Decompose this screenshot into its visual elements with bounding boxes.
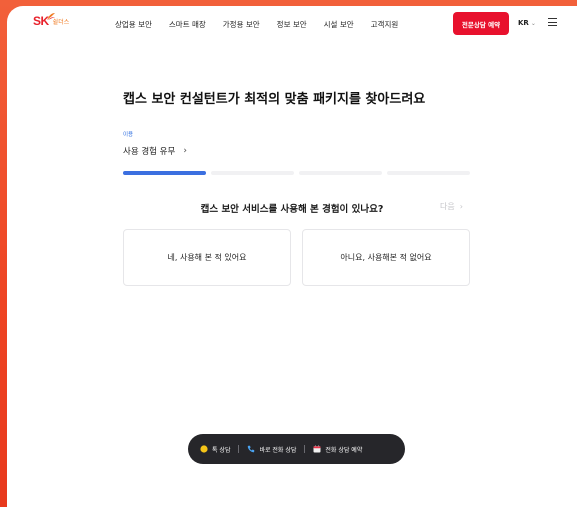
- divider: [304, 445, 306, 453]
- step-label-text: 사용 경험 유무: [123, 147, 176, 157]
- chevron-right-icon: ›: [459, 202, 463, 211]
- calendar-icon: [313, 445, 321, 453]
- progress-segment: [299, 171, 382, 175]
- nav-item-facility-security[interactable]: 시설 보안: [324, 19, 354, 30]
- step-tag: 이용: [123, 132, 134, 138]
- language-label: KR: [518, 19, 529, 27]
- progress-segment: [123, 171, 206, 175]
- next-button[interactable]: 다음 ›: [440, 201, 463, 212]
- call-reservation-label: 전화 상담 예약: [325, 446, 363, 454]
- chevron-down-icon: ⌄: [530, 19, 536, 27]
- brand-logo[interactable]: SK 쉴더스: [33, 13, 69, 27]
- header: SK 쉴더스 상업용 보안 스마트 매장 가정용 보안 정보 보안 시설 보안 …: [7, 6, 577, 42]
- next-label: 다음: [440, 202, 455, 211]
- option-yes-button[interactable]: 네, 사용해 본 적 있어요: [123, 229, 291, 286]
- nav-item-customer-support[interactable]: 고객지원: [371, 19, 399, 30]
- option-no-button[interactable]: 아니요, 사용해본 적 없어요: [302, 229, 470, 286]
- main-nav: 상업용 보안 스마트 매장 가정용 보안 정보 보안 시설 보안 고객지원: [115, 6, 415, 42]
- floating-contact-bar: 톡 상담 바로 전화 상담 전화 상담 예약: [188, 434, 405, 464]
- progress-bar: [123, 171, 475, 175]
- step-label: 사용 경험 유무 ›: [123, 145, 187, 157]
- hamburger-menu-icon[interactable]: [548, 18, 557, 26]
- consultation-reservation-button[interactable]: 전문상담 예약: [453, 12, 509, 35]
- question-text: 캡스 보안 서비스를 사용해 본 경험이 있나요?: [200, 204, 384, 215]
- logo-wing-icon: [47, 13, 55, 20]
- page-title: 캡스 보안 컨설턴트가 최적의 맞춤 패키지를 찾아드려요: [123, 92, 426, 107]
- direct-call-button[interactable]: 바로 전화 상담: [247, 445, 296, 454]
- nav-item-commercial-security[interactable]: 상업용 보안: [115, 19, 152, 30]
- progress-segment: [211, 171, 294, 175]
- chat-bubble-icon: [200, 445, 208, 453]
- nav-item-info-security[interactable]: 정보 보안: [277, 19, 307, 30]
- call-reservation-button[interactable]: 전화 상담 예약: [313, 445, 362, 454]
- chevron-right-icon: ›: [183, 146, 187, 156]
- divider: [238, 445, 240, 453]
- page-frame: SK 쉴더스 상업용 보안 스마트 매장 가정용 보안 정보 보안 시설 보안 …: [7, 6, 577, 507]
- direct-call-label: 바로 전화 상담: [259, 446, 297, 454]
- progress-segment: [387, 171, 470, 175]
- nav-item-home-security[interactable]: 가정용 보안: [223, 19, 260, 30]
- language-selector[interactable]: KR ⌄: [518, 19, 536, 27]
- phone-icon: [247, 445, 255, 453]
- talk-consult-label: 톡 상담: [212, 446, 231, 454]
- nav-item-smart-store[interactable]: 스마트 매장: [169, 19, 206, 30]
- talk-consult-button[interactable]: 톡 상담: [200, 445, 230, 454]
